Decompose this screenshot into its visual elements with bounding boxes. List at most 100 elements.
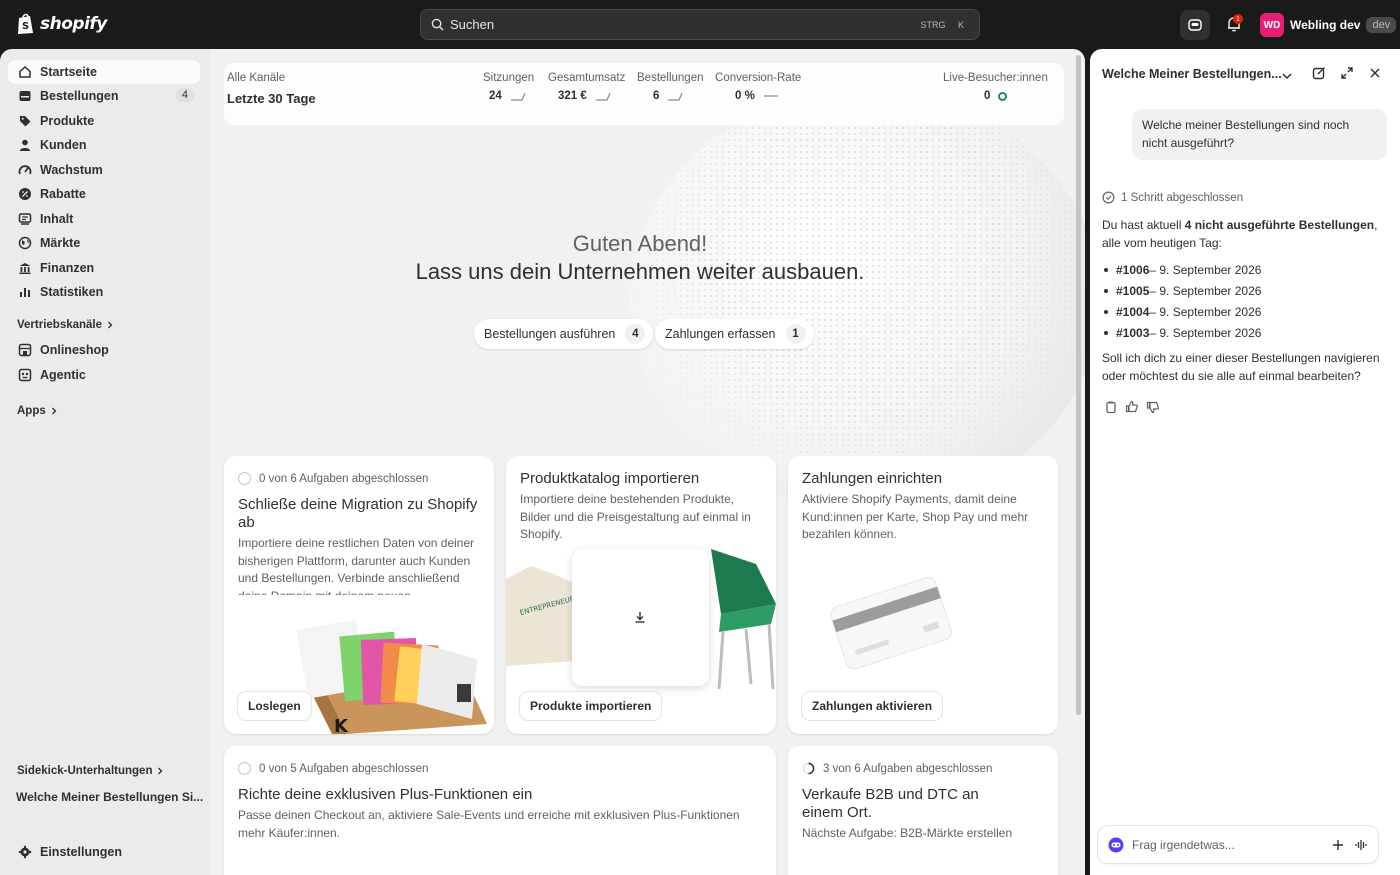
new-chat-icon[interactable]: [1312, 66, 1326, 80]
chair-illustration: [711, 549, 776, 689]
voice-input-icon[interactable]: [1354, 838, 1368, 852]
search-placeholder: Suchen: [450, 17, 495, 32]
expand-icon[interactable]: [1340, 66, 1354, 80]
globe-illustration: [630, 89, 1085, 509]
sidekick-conversations-section[interactable]: Sidekick-Unterhaltungen: [17, 765, 164, 777]
sidekick-conversations-label: Sidekick-Unterhaltungen: [17, 765, 153, 777]
main-scrollbar[interactable]: [1076, 55, 1081, 715]
sidebar-item-label: Wachstum: [40, 163, 103, 177]
copy-icon[interactable]: [1104, 400, 1118, 414]
capture-payments-button[interactable]: Zahlungen erfassen 1: [655, 319, 814, 349]
list-item[interactable]: #1003 – 9. September 2026: [1104, 322, 1261, 343]
sidebar-item-kunden[interactable]: Kunden: [8, 133, 200, 157]
live-status-dot: [998, 91, 1008, 101]
orders-icon: [18, 89, 32, 103]
import-products-button[interactable]: Produkte importieren: [520, 692, 662, 720]
plus-icon[interactable]: [1332, 839, 1344, 851]
sidebar-item-label: Finanzen: [40, 261, 95, 275]
metric-value: 24: [489, 90, 502, 102]
bank-icon: [18, 261, 32, 275]
chevron-right-icon: [108, 321, 113, 329]
order-date: – 9. September 2026: [1149, 304, 1262, 319]
live-visitors-label: Live-Besucher:innen: [943, 72, 1048, 84]
step-indicator[interactable]: 1 Schritt abgeschlossen: [1102, 191, 1243, 204]
chevron-down-icon[interactable]: [1280, 69, 1294, 83]
order-date: – 9. September 2026: [1149, 283, 1262, 298]
discount-icon: [18, 187, 32, 201]
period-filter[interactable]: Letzte 30 Tage: [227, 91, 316, 106]
sidebar-item-inhalt[interactable]: Inhalt: [8, 207, 200, 231]
card-description: Aktiviere Shopify Payments, damit deine …: [802, 492, 1029, 541]
shortcut-key-ctrl: STRG: [920, 20, 946, 30]
sidebar-item-startseite[interactable]: Startseite: [8, 60, 200, 84]
search-input[interactable]: Suchen STRG K: [420, 9, 980, 40]
chat-input-placeholder: Frag irgendetwas...: [1132, 837, 1235, 852]
metric-label: Sitzungen: [483, 72, 535, 84]
payments-card[interactable]: Zahlungen einrichten Aktiviere Shopify P…: [788, 456, 1058, 734]
sidekick-button[interactable]: [1180, 10, 1210, 40]
sidebar-item-produkte[interactable]: Produkte: [8, 109, 200, 133]
sidebar-item-wachstum[interactable]: Wachstum: [8, 158, 200, 182]
metric-conversion: 0 %: [735, 90, 779, 102]
sidebar-item-statistiken[interactable]: Statistiken: [8, 280, 200, 304]
b2b-card[interactable]: 3 von 6 Aufgaben abgeschlossen Verkaufe …: [788, 746, 1058, 875]
chat-input[interactable]: Frag irgendetwas...: [1098, 826, 1378, 863]
live-visitors[interactable]: 0: [984, 90, 1008, 102]
sidebar-item-rabatte[interactable]: Rabatte: [8, 182, 200, 206]
conversation-title[interactable]: Welche Meiner Bestellungen...: [1102, 67, 1282, 81]
sidebar-item-finanzen[interactable]: Finanzen: [8, 256, 200, 280]
shopify-bag-icon: S: [18, 13, 33, 34]
get-started-button[interactable]: Loslegen: [238, 692, 311, 720]
globe-icon: [18, 236, 32, 250]
catalog-card[interactable]: Produktkatalog importieren Importiere de…: [506, 456, 776, 734]
migration-card[interactable]: 0 von 6 Aufgaben abgeschlossen Schließe …: [224, 456, 494, 734]
sidebar-item-bestellungen[interactable]: Bestellungen 4: [8, 84, 200, 108]
sidekick-conversation-item[interactable]: Welche Meiner Bestellungen Si...: [16, 790, 203, 804]
card-title: Produktkatalog importieren: [520, 470, 700, 487]
card-title: Verkaufe B2B und DTC an einem Ort.: [802, 786, 979, 821]
activate-payments-button[interactable]: Zahlungen aktivieren: [802, 692, 943, 720]
sidebar-item-maerkte[interactable]: Märkte: [8, 231, 200, 255]
close-icon[interactable]: [1368, 66, 1382, 80]
sidebar-item-label: Kunden: [40, 138, 87, 152]
sidebar-item-einstellungen[interactable]: Einstellungen: [8, 840, 200, 864]
fulfill-orders-button[interactable]: Bestellungen ausführen 4: [474, 319, 654, 349]
sidebar-item-agentic[interactable]: Agentic: [8, 363, 200, 387]
list-item[interactable]: #1004 – 9. September 2026: [1104, 301, 1261, 322]
thumbs-down-icon[interactable]: [1146, 400, 1160, 414]
list-item[interactable]: #1005 – 9. September 2026: [1104, 280, 1261, 301]
sparkline-icon: [510, 92, 526, 101]
card-title: Zahlungen einrichten: [802, 470, 943, 487]
assistant-followup: Soll ich dich zu einer dieser Bestellung…: [1102, 351, 1380, 383]
progress-text: 3 von 6 Aufgaben abgeschlossen: [823, 762, 993, 775]
sparkline-icon: [763, 95, 778, 97]
user-menu[interactable]: WD Webling dev dev: [1260, 13, 1397, 37]
sidebar-item-onlineshop[interactable]: Onlineshop: [8, 338, 200, 362]
answer-highlight: 4 nicht ausgeführte Bestellungen: [1184, 218, 1375, 232]
sidebar-item-label: Rabatte: [40, 187, 86, 201]
pill-count: 4: [625, 324, 646, 344]
gear-icon: [18, 845, 32, 859]
sidekick-avatar-icon: [1108, 837, 1124, 852]
sidebar-item-label: Onlineshop: [40, 343, 109, 357]
channel-filter[interactable]: Alle Kanäle: [227, 72, 285, 84]
shopify-logo[interactable]: S shopify: [16, 12, 107, 35]
plus-features-card[interactable]: 0 von 5 Aufgaben abgeschlossen Richte de…: [224, 746, 776, 875]
main-content: Alle Kanäle Letzte 30 Tage Sitzungen 24 …: [210, 49, 1085, 875]
import-dropzone[interactable]: [572, 549, 709, 686]
sidebar-item-label: Statistiken: [40, 285, 104, 299]
order-id: #1006: [1116, 262, 1150, 277]
stats-bar[interactable]: Alle Kanäle Letzte 30 Tage Sitzungen 24 …: [224, 63, 1064, 125]
sidebar-item-label: Einstellungen: [40, 845, 122, 859]
sales-channels-section[interactable]: Vertriebskanäle: [17, 319, 114, 331]
list-item[interactable]: #1006 – 9. September 2026: [1104, 259, 1261, 280]
progress-partial-icon: [802, 762, 815, 775]
sparkline-icon: [668, 92, 683, 101]
card-description: Nächste Aufgabe: B2B-Märkte erstellen: [802, 826, 1013, 840]
apps-section[interactable]: Apps: [17, 405, 58, 417]
thumbs-up-icon[interactable]: [1125, 400, 1139, 414]
metric-label: Conversion-Rate: [715, 72, 802, 84]
env-badge: dev: [1366, 17, 1397, 33]
agentic-icon: [18, 368, 32, 382]
step-text: 1 Schritt abgeschlossen: [1121, 191, 1244, 204]
